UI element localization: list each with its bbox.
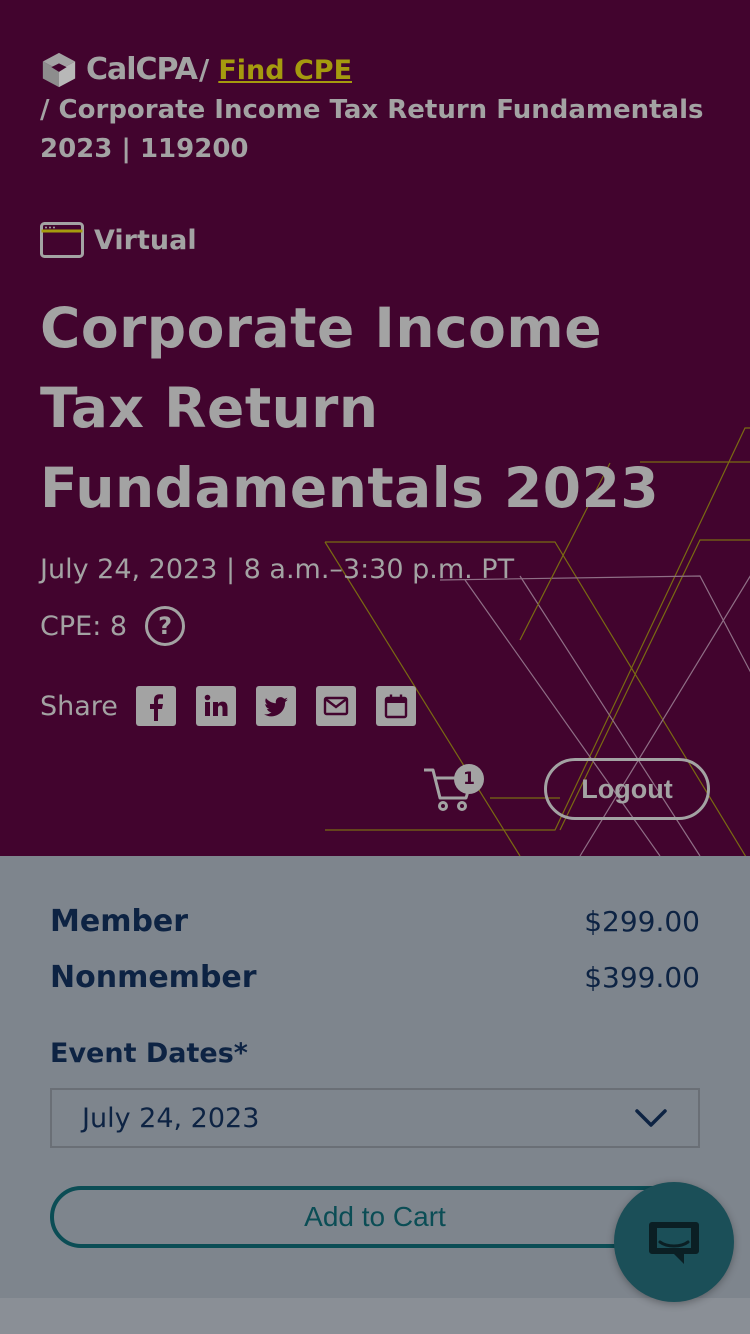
- share-bar: Share: [40, 686, 436, 726]
- page-title: Corporate Income Tax Return Fundamentals…: [40, 296, 660, 520]
- breadcrumb-separator: /: [199, 53, 210, 86]
- event-format-label: Virtual: [94, 224, 197, 256]
- logo-text: CalCPA: [86, 52, 198, 87]
- linkedin-icon[interactable]: [195, 686, 236, 726]
- event-date-select[interactable]: July 24, 2023: [50, 1088, 700, 1148]
- event-dates-label: Event Dates*: [50, 1038, 248, 1069]
- breadcrumb-find-cpe-link[interactable]: Find CPE: [218, 55, 352, 86]
- chat-bubble-icon: [649, 1222, 699, 1264]
- facebook-icon[interactable]: [135, 686, 176, 726]
- page-bottom-strip: [0, 1298, 750, 1334]
- breadcrumb-current: / Corporate Income Tax Return Fundamenta…: [40, 95, 704, 164]
- price-label: Member: [50, 904, 189, 939]
- cpe-credits: CPE: 8 ?: [40, 606, 186, 646]
- help-icon[interactable]: ?: [145, 606, 186, 646]
- add-to-cart-button[interactable]: Add to Cart: [50, 1186, 700, 1248]
- breadcrumb: CalCPA / Find CPE / Corporate Income Tax…: [40, 50, 710, 169]
- chevron-down-icon: [635, 1109, 667, 1127]
- event-date-time: July 24, 2023 | 8 a.m.–3:30 p.m. PT: [40, 554, 515, 585]
- calcpa-cube-icon: [42, 52, 76, 87]
- event-format: Virtual: [40, 222, 197, 258]
- share-label: Share: [40, 690, 118, 722]
- event-hero: CalCPA / Find CPE / Corporate Income Tax…: [0, 0, 750, 856]
- browser-window-icon: [40, 222, 84, 258]
- price-value: $299.00: [584, 905, 700, 938]
- cart-count-badge: 1: [454, 764, 484, 794]
- cpe-credits-label: CPE: 8: [40, 610, 128, 642]
- price-row-member: Member $299.00: [50, 904, 700, 939]
- calcpa-logo[interactable]: CalCPA: [40, 50, 198, 89]
- email-icon[interactable]: [315, 686, 356, 726]
- calendar-icon[interactable]: [375, 686, 416, 726]
- chat-launcher-button[interactable]: [614, 1182, 734, 1302]
- price-value: $399.00: [584, 961, 700, 994]
- twitter-icon[interactable]: [255, 686, 296, 726]
- price-row-nonmember: Nonmember $399.00: [50, 960, 700, 995]
- logout-button[interactable]: Logout: [544, 758, 710, 820]
- price-label: Nonmember: [50, 960, 257, 995]
- event-date-selected-value: July 24, 2023: [82, 1102, 260, 1134]
